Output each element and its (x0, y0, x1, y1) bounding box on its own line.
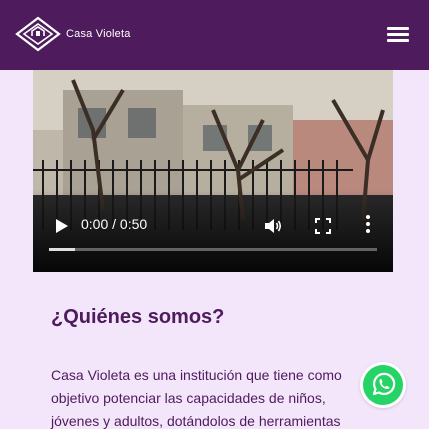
fullscreen-icon[interactable] (315, 218, 331, 234)
about-paragraph: Casa Violeta es una institución que tien… (51, 364, 371, 429)
diamond-house-logo-icon (15, 16, 61, 52)
brand-name: Casa Violeta (66, 28, 131, 40)
video-progress-fill (49, 248, 76, 251)
volume-icon[interactable] (263, 216, 283, 236)
whatsapp-button[interactable] (360, 362, 406, 408)
whatsapp-icon (363, 365, 403, 405)
about-heading: ¿Quiénes somos? (51, 306, 225, 328)
site-header: Casa Violeta (0, 0, 429, 70)
video-progress-bar[interactable] (49, 248, 377, 251)
about-line: jóvenes y adultos, dotándolos de herrami… (51, 413, 341, 429)
hamburger-menu-icon[interactable] (387, 27, 409, 43)
video-player[interactable]: 0:00 / 0:50 (33, 70, 393, 272)
more-options-icon[interactable] (363, 215, 373, 237)
video-time: 0:00 / 0:50 (81, 216, 148, 232)
video-thumbnail (33, 70, 393, 272)
about-line: Casa Violeta es una institución que tien… (51, 367, 342, 383)
play-icon[interactable] (55, 218, 69, 234)
about-line: objetivo potenciar las capacidades de ni… (51, 390, 326, 406)
brand-logo[interactable]: Casa Violeta (15, 16, 131, 52)
